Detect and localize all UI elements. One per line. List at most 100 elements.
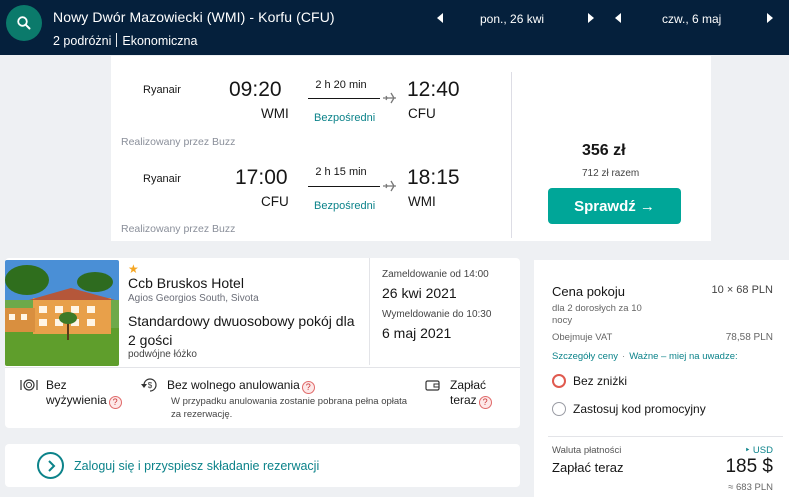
radio-selected[interactable] xyxy=(552,374,566,388)
hotel-card: ★ Ccb Bruskos Hotel Agios Georgios South… xyxy=(5,258,520,428)
option-promo-label: Zastosuj kod promocyjny xyxy=(573,402,706,416)
inbound-stops: Bezpośredni xyxy=(314,200,376,212)
meals-help-icon[interactable]: ? xyxy=(108,396,122,409)
search-button[interactable] xyxy=(6,5,42,41)
outbound-arrival-time: 12:40 xyxy=(407,78,460,101)
guests-line1: dla 2 dorosłych za 10 xyxy=(552,303,642,314)
check-flight-button[interactable]: Sprawdź → xyxy=(548,188,681,224)
payment-currency-selector[interactable]: ‣ USD xyxy=(745,445,773,456)
next-return-date-button[interactable] xyxy=(763,10,777,26)
price-links: Szczegóły ceny · Ważne – miej na uwadze: xyxy=(552,351,738,362)
prev-depart-date-button[interactable] xyxy=(433,10,447,26)
bed-type: podwójne łóżko xyxy=(128,349,197,360)
travellers-count: 2 podróżni xyxy=(53,34,112,48)
price-details-link[interactable]: Szczegóły ceny xyxy=(552,351,618,362)
svg-text:$: $ xyxy=(148,381,153,390)
login-arrow-button[interactable] xyxy=(37,452,64,479)
plane-icon xyxy=(383,180,396,192)
pay-now-label: Zapłać teraz xyxy=(552,460,624,475)
inbound-arrival-code: WMI xyxy=(408,194,436,209)
outbound-route-line xyxy=(308,98,380,99)
divider xyxy=(511,72,512,238)
inbound-departure-code: CFU xyxy=(261,194,289,209)
room-type: Standardowy dwuosobowy pokój dla 2 gości xyxy=(128,313,355,348)
trip-details[interactable]: 2 podróżni Ekonomiczna xyxy=(53,33,197,48)
login-banner[interactable]: Zaloguj się i przyspiesz składanie rezer… xyxy=(5,444,520,487)
chevron-right-icon xyxy=(47,459,55,472)
flight-card[interactable]: Ryanair 09:20 WMI 2 h 20 min Bezpośredni… xyxy=(111,56,711,241)
prev-return-date-button[interactable] xyxy=(611,10,625,26)
outbound-operated-by: Realizowany przez Buzz xyxy=(121,136,236,148)
cancellation-policy: Bez wolnego anulowania? xyxy=(167,378,315,394)
hotel-photo-image xyxy=(5,260,119,366)
guests-line2: nocy xyxy=(552,315,573,326)
payment-help-icon[interactable]: ? xyxy=(478,396,492,409)
route-title[interactable]: Nowy Dwór Mazowiecki (WMI) - Korfu (CFU) xyxy=(53,9,335,25)
outbound-airline: Ryanair xyxy=(143,84,181,96)
inbound-route-line xyxy=(308,186,380,187)
meals-info: Bez wyżywienia? xyxy=(46,378,122,409)
hotel-star-rating: ★ xyxy=(128,262,139,276)
separator-dot: · xyxy=(622,351,626,362)
divider xyxy=(116,33,118,47)
divider xyxy=(548,436,783,437)
checkin-label: Zameldowanie od 14:00 xyxy=(382,269,489,280)
checkin-date: 26 kwi 2021 xyxy=(382,285,457,301)
option-no-discount-label: Bez zniżki xyxy=(573,374,628,388)
vat-value: 78,58 PLN xyxy=(725,332,773,343)
hotel-location: Agios Georgios South, Sivota xyxy=(128,293,259,304)
divider xyxy=(369,258,370,365)
cancellation-help-icon[interactable]: ? xyxy=(301,381,315,394)
caret-left-icon xyxy=(615,13,621,23)
cabin-class: Ekonomiczna xyxy=(122,34,198,48)
inbound-arrival-time: 18:15 xyxy=(407,166,460,189)
checkout-date: 6 maj 2021 xyxy=(382,325,452,341)
payment-currency-label: Waluta płatności xyxy=(552,445,622,456)
wallet-icon xyxy=(425,380,440,391)
inbound-operated-by: Realizowany przez Buzz xyxy=(121,223,236,235)
inbound-duration: 2 h 15 min xyxy=(315,166,367,178)
login-link[interactable]: Zaloguj się i przyspiesz składanie rezer… xyxy=(74,459,319,473)
flight-price: 356 zł xyxy=(582,142,626,159)
room-price-title: Cena pokoju xyxy=(552,284,625,299)
next-depart-date-button[interactable] xyxy=(584,10,598,26)
inbound-airline: Ryanair xyxy=(143,173,181,185)
caret-right-icon xyxy=(767,13,773,23)
search-icon xyxy=(17,16,31,30)
cancellation-title: Bez wolnego anulowania xyxy=(167,378,300,392)
depart-date[interactable]: pon., 26 kwi xyxy=(480,12,544,26)
vat-label: Obejmuje VAT xyxy=(552,332,613,343)
caret-right-icon xyxy=(588,13,594,23)
flight-total-price: 712 zł razem xyxy=(582,168,640,179)
caret-left-icon xyxy=(437,13,443,23)
payment-timing: Zapłać teraz? xyxy=(450,378,492,409)
pay-line1: Zapłać xyxy=(450,378,487,392)
inbound-departure-time: 17:00 xyxy=(235,166,288,189)
pay-now-amount: 185 $ xyxy=(725,456,773,477)
no-meals-icon xyxy=(20,379,38,391)
divider xyxy=(5,367,520,368)
important-info-link[interactable]: Ważne – miej na uwadze: xyxy=(629,351,737,362)
plane-icon xyxy=(383,92,396,104)
checkout-label: Wymeldowanie do 10:30 xyxy=(382,309,492,320)
option-no-discount[interactable]: Bez zniżki xyxy=(552,374,752,390)
meals-line2: wyżywienia xyxy=(46,393,107,407)
outbound-arrival-code: CFU xyxy=(408,106,436,121)
radio-unselected[interactable] xyxy=(552,402,566,416)
pay-line2: teraz xyxy=(450,393,477,407)
nights-multiplier: 10 × 68 PLN xyxy=(711,284,773,296)
outbound-duration: 2 h 20 min xyxy=(315,79,367,91)
outbound-stops: Bezpośredni xyxy=(314,112,376,124)
price-panel: Cena pokoju 10 × 68 PLN dla 2 dorosłych … xyxy=(534,260,789,497)
approx-pln-amount: ≈ 683 PLN xyxy=(728,482,773,493)
outbound-departure-time: 09:20 xyxy=(229,78,282,101)
hotel-photo[interactable] xyxy=(5,260,119,366)
option-promo-code[interactable]: Zastosuj kod promocyjny xyxy=(552,402,752,418)
return-date[interactable]: czw., 6 maj xyxy=(662,12,721,26)
cancellation-note: W przypadku anulowania zostanie pobrana … xyxy=(171,396,408,420)
search-summary-bar: Nowy Dwór Mazowiecki (WMI) - Korfu (CFU)… xyxy=(0,0,789,55)
outbound-departure-code: WMI xyxy=(261,106,289,121)
meals-line1: Bez xyxy=(46,378,67,392)
hotel-name[interactable]: Ccb Bruskos Hotel xyxy=(128,275,244,291)
no-free-cancellation-icon: $ xyxy=(141,378,157,392)
